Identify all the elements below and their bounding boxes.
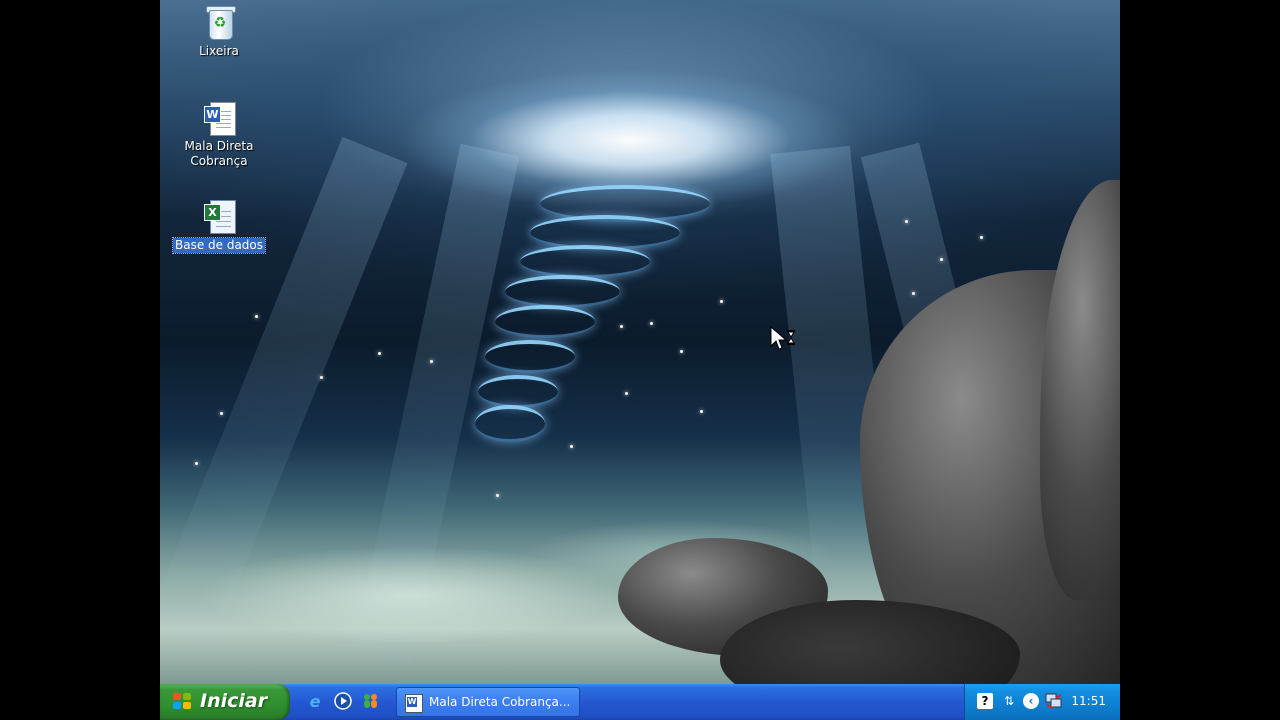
help-icon[interactable]: ? [977, 693, 993, 709]
network-icon[interactable] [1045, 693, 1062, 709]
start-button[interactable]: Iniciar [160, 684, 290, 720]
desktop-icon-mala-direta[interactable]: W Mala Direta Cobrança [171, 100, 267, 169]
desktop-icon-label: Mala Direta Cobrança [184, 139, 254, 168]
media-player-icon[interactable] [332, 692, 354, 712]
word-document-icon: W [405, 694, 423, 713]
excel-workbook-icon: X [202, 198, 236, 234]
desktop-icon-base-de-dados[interactable]: X Base de dados [171, 198, 267, 254]
taskbar-window-button[interactable]: W Mala Direta Cobrança... [396, 687, 580, 717]
clock: 11:51 [1071, 694, 1106, 708]
word-document-icon: W [202, 100, 236, 136]
system-tray: ? ⇅ ‹ 11:51 [964, 684, 1120, 720]
desktop-icon-recycle-bin[interactable]: ♻ Lixeira [171, 4, 267, 59]
desktop-icon-label: Base de dados [171, 237, 267, 254]
start-label: Iniciar [200, 690, 268, 712]
windows-logo-icon [173, 693, 193, 711]
desktop-screen: ♻ Lixeira W Mala Direta Cobrança X Base … [160, 0, 1120, 720]
internet-explorer-icon[interactable]: e [304, 692, 326, 712]
taskbar: Iniciar e W Mala Direta Cobrança... ? ⇅ … [160, 684, 1120, 720]
messenger-icon[interactable] [360, 692, 382, 712]
desktop-icon-label: Lixeira [199, 44, 239, 58]
back-chevron-icon[interactable]: ‹ [1023, 693, 1039, 709]
busy-cursor-icon [770, 325, 798, 356]
desktop-wallpaper [160, 0, 1120, 720]
recycle-bin-icon: ♻ [202, 4, 236, 40]
arrows-icon[interactable]: ⇅ [1001, 693, 1017, 709]
taskbar-window-label: Mala Direta Cobrança... [429, 695, 571, 709]
